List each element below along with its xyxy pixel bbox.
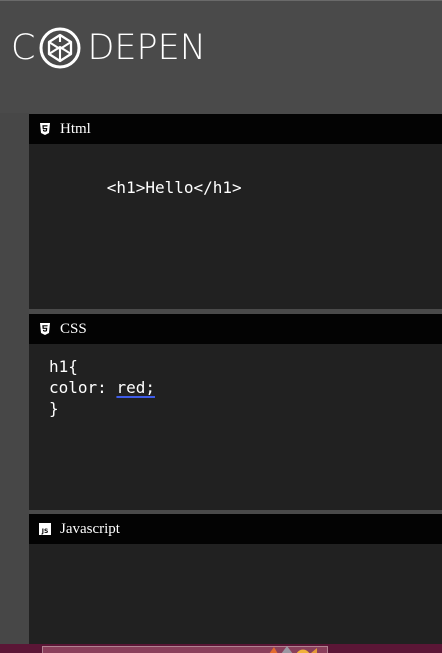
logo-letters-depen: DEPEN xyxy=(87,28,206,68)
css-editor-panel[interactable]: CSS h1{ color: red; } xyxy=(29,314,442,510)
javascript-icon-label: JS xyxy=(41,528,49,535)
html5-icon xyxy=(40,123,50,135)
html-panel-header[interactable]: Html xyxy=(29,114,442,144)
css-panel-header[interactable]: CSS xyxy=(29,314,442,344)
html-code-line: <h1>Hello</h1> xyxy=(106,178,242,197)
html-panel-title: Html xyxy=(60,121,91,137)
logo-letter-c: C xyxy=(11,28,36,68)
css-panel-title: CSS xyxy=(60,321,87,337)
css3-icon xyxy=(40,323,50,335)
codepen-cube-icon xyxy=(39,27,81,69)
html-editor-panel[interactable]: Html <h1>Hello</h1> xyxy=(29,114,442,309)
javascript-code-editor[interactable] xyxy=(29,544,442,619)
css-code-value-spellcheck: red; xyxy=(116,378,155,397)
left-gutter xyxy=(0,113,29,644)
javascript-editor-panel[interactable]: JS Javascript xyxy=(29,514,442,644)
css-code-property: color: xyxy=(49,378,117,397)
css-code-editor[interactable]: h1{ color: red; } xyxy=(29,344,442,419)
javascript-panel-title: Javascript xyxy=(60,521,120,537)
css-code-line-1: h1{ xyxy=(49,357,78,376)
codepen-logo[interactable]: C DEPEN xyxy=(11,26,206,70)
javascript-panel-header[interactable]: JS Javascript xyxy=(29,514,442,544)
html-code-editor[interactable]: <h1>Hello</h1> xyxy=(29,144,442,219)
taskbar-decoration-icon xyxy=(269,646,317,653)
css-code-line-3: } xyxy=(49,399,59,418)
codepen-app-window: C DEPEN Html <h1>Hello</h1> CSS h1{colo… xyxy=(0,0,442,653)
javascript-icon: JS xyxy=(39,523,51,535)
